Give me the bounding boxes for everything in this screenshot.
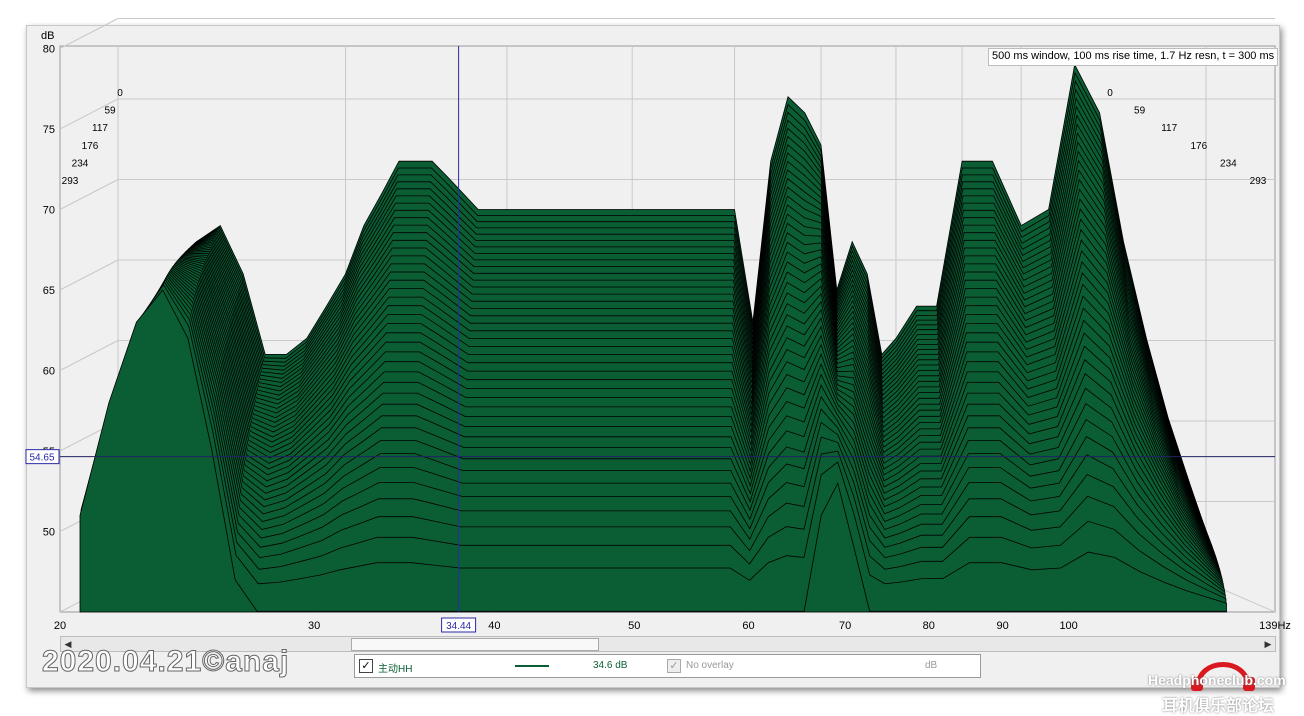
time-tick-label-right: 59 (1134, 106, 1146, 117)
time-tick-label-left: 176 (82, 141, 99, 152)
cursor-x-label: 34.44 (446, 621, 471, 632)
time-tick-label-right: 176 (1190, 141, 1207, 152)
cursor-y-label: 54.65 (29, 453, 54, 464)
series-swatch (515, 665, 549, 667)
grid-side-line (59, 18, 119, 49)
y-tick-label: 50 (43, 527, 55, 539)
analysis-settings-label: 500 ms window, 100 ms rise time, 1.7 Hz … (988, 48, 1279, 66)
site-watermark-cn: 耳机俱乐部论坛 (1162, 698, 1275, 715)
y-axis-unit: dB (41, 30, 55, 42)
x-tick-label: 40 (488, 620, 500, 632)
y-tick-label: 75 (43, 124, 55, 136)
y-tick-label: 65 (43, 285, 55, 297)
series-value: 34.6 dB (593, 660, 628, 671)
series-label: 主动HH (378, 664, 413, 675)
x-tick-label: 100 (1059, 620, 1077, 632)
site-watermark: Headphoneclub.com (1148, 672, 1286, 688)
overlay-checkbox[interactable]: ✓ (667, 659, 681, 673)
x-tick-label: 30 (308, 620, 320, 632)
time-tick-label-left: 117 (92, 123, 108, 134)
scroll-thumb[interactable] (351, 638, 599, 651)
y-tick-label: 80 (43, 44, 55, 56)
legend-panel: ✓ 主动HH 34.6 dB ✓ No overlay dB (354, 654, 981, 678)
time-tick-label-left: 0 (117, 88, 123, 99)
time-tick-label-left: 59 (104, 106, 116, 117)
time-tick-label-right: 234 (1220, 158, 1237, 169)
x-tick-label: 70 (839, 620, 851, 632)
time-tick-label-right: 293 (1250, 176, 1267, 187)
x-tick-label: 60 (742, 620, 754, 632)
time-tick-label-left: 293 (62, 176, 79, 187)
overlay-unit: dB (925, 660, 938, 671)
series-checkbox[interactable]: ✓ (359, 659, 373, 673)
date-watermark: 2020.04.21©anaj (41, 645, 290, 679)
overlay-label: No overlay (686, 660, 734, 671)
x-tick-label: 50 (628, 620, 640, 632)
y-tick-label: 60 (43, 366, 55, 378)
x-tick-label: 139Hz (1259, 620, 1291, 632)
time-tick-label-left: 234 (72, 158, 89, 169)
waterfall-plot[interactable]: 807570656055502030405060708090100139Hz00… (0, 0, 1304, 714)
x-tick-label: 20 (54, 620, 66, 632)
x-tick-label: 90 (996, 620, 1008, 632)
arrow-right-icon[interactable]: ▶ (1261, 637, 1275, 651)
y-tick-label: 70 (43, 205, 55, 217)
x-tick-label: 80 (923, 620, 935, 632)
time-tick-label-right: 0 (1107, 88, 1113, 99)
time-tick-label-right: 117 (1161, 123, 1177, 134)
